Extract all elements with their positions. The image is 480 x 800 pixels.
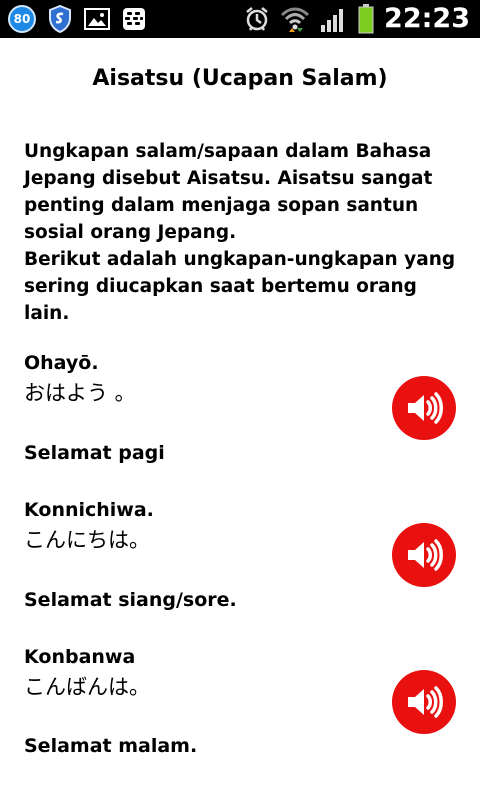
alarm-icon (246, 6, 268, 31)
phrase-kana: こんにちは。 (24, 528, 150, 552)
intro-line: sering diucapkan saat bertemu orang (24, 276, 417, 297)
avast-shield-icon (49, 5, 71, 33)
phrase-romaji: Ohayō. (24, 352, 99, 374)
speaker-icon (408, 686, 443, 718)
phrase-meaning: Selamat malam. (24, 735, 198, 757)
status-bar-right: 22:23 (244, 3, 470, 34)
play-audio-button-ohayo[interactable] (392, 376, 456, 440)
phrase-romaji: Konbanwa (24, 646, 136, 668)
phrase-konnichiwa: Konnichiwa. こんにちは。 (24, 497, 384, 555)
phrase-meaning: Selamat pagi (24, 442, 165, 464)
status-bar-clock: 22:23 (384, 3, 470, 34)
signal-icon (321, 8, 344, 32)
speaker-icon (408, 392, 443, 424)
phrase-ohayo: Ohayō. おはよう 。 (24, 350, 384, 408)
intro-line: sosial orang Jepang. (24, 222, 237, 243)
status-bar: 80 22:23 (0, 0, 480, 38)
intro-line: Berikut adalah ungkapan-ungkapan yang (24, 249, 456, 270)
intro-text: Ungkapan salam/sapaan dalam Bahasa Jepan… (24, 138, 464, 327)
page-title: Aisatsu (Ucapan Salam) (92, 66, 388, 91)
phrase-romaji: Konnichiwa. (24, 499, 154, 521)
intro-line: lain. (24, 303, 70, 324)
play-audio-button-konnichiwa[interactable] (392, 523, 456, 587)
bbm-icon (123, 8, 145, 30)
phrase-kana: おはよう 。 (24, 381, 136, 405)
wifi-icon (280, 7, 310, 32)
intro-line: penting dalam menjaga sopan santun (24, 195, 419, 216)
intro-line: Jepang disebut Aisatsu. Aisatsu sangat (24, 168, 433, 189)
phrase-meaning: Selamat siang/sore. (24, 589, 237, 611)
battery-icon (358, 3, 374, 33)
gallery-icon (84, 8, 110, 30)
phrase-kana: こんばんは。 (24, 675, 150, 699)
phrase-konbanwa: Konbanwa こんばんは。 (24, 644, 384, 702)
status-bar-left: 80 (8, 5, 146, 33)
notification-count-badge: 80 (8, 5, 36, 33)
speaker-icon (408, 539, 443, 571)
intro-line: Ungkapan salam/sapaan dalam Bahasa (24, 141, 432, 162)
play-audio-button-konbanwa[interactable] (392, 670, 456, 734)
